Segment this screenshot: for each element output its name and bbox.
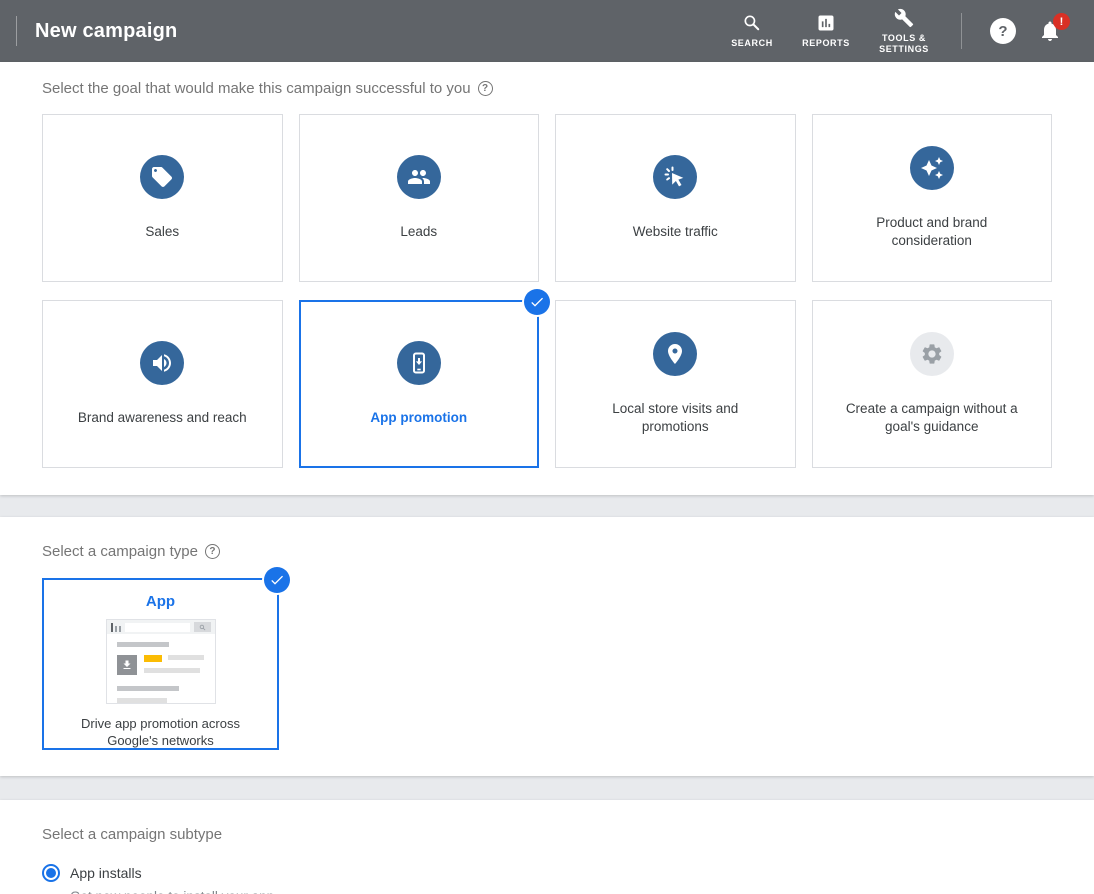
mock-search-button: [194, 622, 211, 632]
goal-card-label: App promotion: [348, 409, 489, 427]
goal-card-product-brand-consideration[interactable]: Product and brand consideration: [812, 114, 1053, 282]
people-icon: [397, 155, 441, 199]
goal-section: Select the goal that would make this cam…: [0, 62, 1094, 495]
type-card-app[interactable]: App: [42, 578, 279, 750]
page-title: New campaign: [35, 20, 177, 43]
type-card-description: Drive app promotion across Google's netw…: [56, 715, 266, 749]
tag-icon: [140, 155, 184, 199]
bar-chart-icon: [816, 13, 836, 33]
goal-card-local-store-visits[interactable]: Local store visits and promotions: [555, 300, 796, 468]
goal-card-label: Product and brand consideration: [813, 214, 1052, 250]
subtype-section-title: Select a campaign subtype: [42, 826, 222, 843]
gear-icon: [910, 332, 954, 376]
title-divider: [16, 16, 17, 46]
goal-section-title: Select the goal that would make this cam…: [42, 80, 471, 97]
question-mark-icon: ?: [998, 23, 1007, 40]
help-icon[interactable]: ?: [205, 544, 220, 559]
help-button[interactable]: ?: [990, 18, 1016, 44]
goal-card-label: Website traffic: [611, 223, 740, 241]
wrench-icon: [894, 8, 914, 28]
app-campaign-illustration: [106, 619, 216, 704]
notifications-button[interactable]: !: [1038, 19, 1062, 43]
magnifier-icon: [199, 624, 206, 631]
logo-bars: [111, 623, 121, 632]
selected-check-icon: [264, 567, 290, 593]
goal-card-sales[interactable]: Sales: [42, 114, 283, 282]
search-icon: [742, 13, 762, 33]
notification-badge: !: [1053, 13, 1070, 30]
goal-card-app-promotion[interactable]: App promotion: [299, 300, 540, 468]
nav-reports-button[interactable]: REPORTS: [802, 13, 850, 49]
ad-badge: [144, 655, 162, 662]
goal-grid: Sales Leads: [42, 114, 1052, 468]
type-card-label: App: [146, 593, 175, 610]
nav-reports-label: REPORTS: [802, 38, 850, 49]
header-divider: [961, 13, 962, 49]
nav-tools-settings-label: TOOLS & SETTINGS: [876, 33, 932, 55]
goal-card-label: Create a campaign without a goal's guida…: [813, 400, 1052, 436]
goal-card-label: Brand awareness and reach: [56, 409, 269, 427]
campaign-subtype-section: Select a campaign subtype App installs G…: [0, 800, 1094, 894]
top-app-bar: New campaign SEARCH REPORTS TOOLS & SETT…: [0, 0, 1094, 62]
speaker-icon: [140, 341, 184, 385]
goal-card-label: Local store visits and promotions: [556, 400, 795, 436]
nav-search-label: SEARCH: [731, 38, 773, 49]
type-section-title: Select a campaign type: [42, 543, 198, 560]
help-icon[interactable]: ?: [478, 81, 493, 96]
goal-card-website-traffic[interactable]: Website traffic: [555, 114, 796, 282]
radio-app-installs[interactable]: [42, 864, 60, 882]
nav-search-button[interactable]: SEARCH: [728, 13, 776, 49]
selected-check-icon: [524, 289, 550, 315]
goal-card-label: Leads: [378, 223, 459, 241]
goal-card-no-goal-guidance[interactable]: Create a campaign without a goal's guida…: [812, 300, 1053, 468]
nav-tools-settings-button[interactable]: TOOLS & SETTINGS: [876, 8, 932, 55]
goal-card-label: Sales: [123, 223, 201, 241]
phone-download-icon: [397, 341, 441, 385]
radio-selected-dot: [46, 868, 56, 878]
cursor-click-icon: [653, 155, 697, 199]
goal-card-leads[interactable]: Leads: [299, 114, 540, 282]
download-icon: [117, 655, 137, 675]
mock-search-input: [125, 623, 190, 632]
location-pin-icon: [653, 332, 697, 376]
goal-card-brand-awareness-reach[interactable]: Brand awareness and reach: [42, 300, 283, 468]
radio-app-installs-description: Get new people to install your app: [70, 889, 1052, 894]
sparkles-icon: [910, 146, 954, 190]
radio-app-installs-label: App installs: [70, 865, 142, 881]
campaign-type-section: Select a campaign type ? App: [0, 517, 1094, 776]
